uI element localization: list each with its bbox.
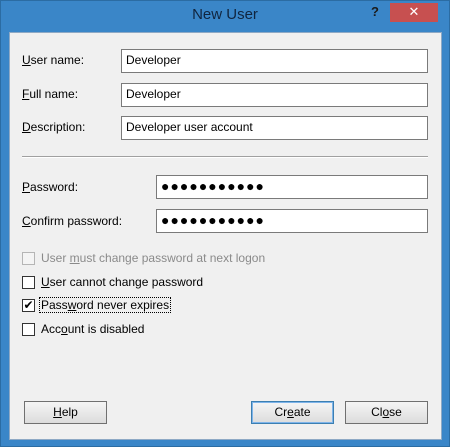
password-never-expires-label: Password never expires (39, 297, 172, 313)
confirm-password-input[interactable]: ●●●●●●●●●●● (156, 209, 428, 233)
cannot-change-password-label: User cannot change password (41, 275, 204, 289)
focus-rectangle: Password never expires (39, 297, 172, 313)
full-name-label: Full name: (22, 87, 79, 101)
account-disabled-label: Account is disabled (41, 322, 145, 336)
account-disabled-checkbox[interactable] (22, 323, 35, 336)
close-button[interactable]: Close (345, 401, 428, 424)
password-never-expires-checkbox[interactable]: ✔ (22, 299, 35, 312)
password-input[interactable]: ●●●●●●●●●●● (156, 175, 428, 199)
close-title-button[interactable]: ✕ (390, 3, 438, 22)
description-label: Description: (22, 120, 86, 134)
cannot-change-password-checkbox[interactable] (22, 276, 35, 289)
title-bar: New User ? ✕ (1, 1, 449, 32)
new-user-dialog: New User ? ✕ User name: Developer Full n… (0, 0, 450, 447)
full-name-input[interactable]: Developer (121, 83, 428, 107)
must-change-password-label: User must change password at next logon (41, 251, 266, 265)
password-label: Password: (22, 180, 79, 194)
help-button[interactable]: Help (24, 401, 107, 424)
help-title-button[interactable]: ? (366, 3, 384, 22)
user-name-input[interactable]: Developer (121, 49, 428, 73)
description-input[interactable]: Developer user account (121, 116, 428, 140)
create-button[interactable]: Create (251, 401, 334, 424)
separator (22, 156, 428, 158)
user-name-label: User name: (22, 53, 85, 67)
confirm-password-label: Confirm password: (22, 214, 123, 228)
dialog-body: User name: Developer Full name: Develope… (9, 32, 442, 440)
must-change-password-checkbox[interactable] (22, 252, 35, 265)
